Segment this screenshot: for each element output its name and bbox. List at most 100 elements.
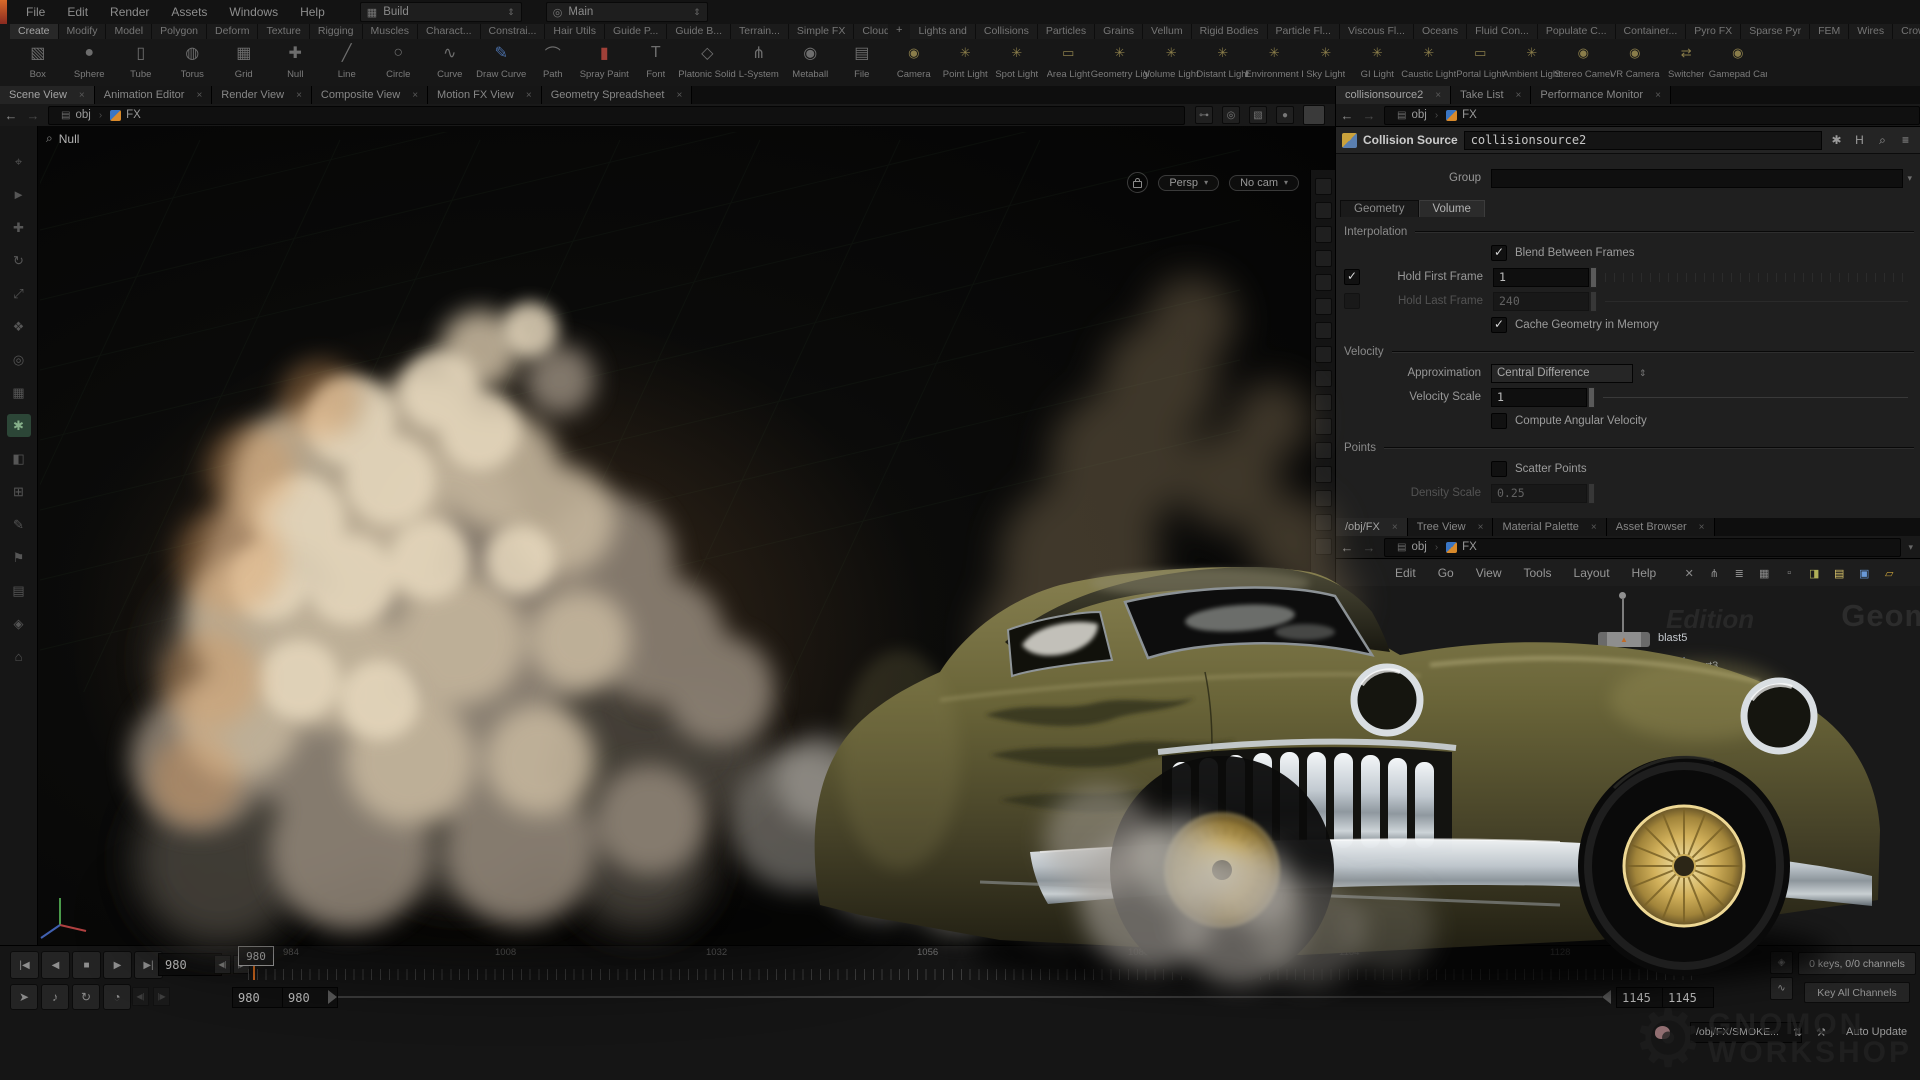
- shelf-tool[interactable]: ✳ GI Light: [1352, 41, 1404, 85]
- spinner-icon[interactable]: ⇕: [507, 7, 515, 18]
- shelf-tool[interactable]: ✳ Sky Light: [1300, 41, 1352, 85]
- range-end-handle[interactable]: [1602, 990, 1611, 1004]
- shelf-tool[interactable]: ◉ Metaball: [785, 41, 837, 85]
- network-toolbar-icon[interactable]: ✕: [1681, 565, 1697, 581]
- pane-tab[interactable]: Scene View ×: [0, 86, 95, 104]
- network-toolbar-icon[interactable]: ▫: [1781, 565, 1797, 581]
- menu-item[interactable]: File: [15, 5, 56, 19]
- gear-menu-icon[interactable]: ✱: [1828, 132, 1845, 149]
- playback-option-button[interactable]: ➤: [10, 984, 38, 1010]
- slider-track[interactable]: [1603, 397, 1908, 398]
- menu-item[interactable]: Go: [1427, 566, 1465, 580]
- range-slider[interactable]: [338, 996, 1602, 998]
- shelf-tab[interactable]: Guide P...: [605, 24, 667, 39]
- viewport-strip-button[interactable]: [1315, 346, 1332, 363]
- shelf-tool[interactable]: ● Sphere: [64, 41, 116, 85]
- shelf-tab[interactable]: Polygon: [152, 24, 207, 39]
- range-start-handle[interactable]: [328, 990, 337, 1004]
- network-toolbar-icon[interactable]: ▦: [1756, 565, 1772, 581]
- shelf-tab[interactable]: Modify: [59, 24, 107, 39]
- menu-item[interactable]: Tools: [1513, 566, 1563, 580]
- network-toolbar-icon[interactable]: ▤: [1831, 565, 1847, 581]
- shelf-tab[interactable]: Fluid Con...: [1467, 24, 1538, 39]
- forward-icon[interactable]: →: [22, 108, 44, 123]
- current-frame-field[interactable]: 980: [158, 953, 222, 976]
- toolbar-button[interactable]: ◎: [7, 348, 31, 371]
- close-icon[interactable]: ×: [676, 90, 682, 101]
- close-icon[interactable]: ×: [79, 90, 85, 101]
- shelf-tool[interactable]: ✳ Spot Light: [991, 41, 1043, 85]
- back-icon[interactable]: ←: [1336, 108, 1358, 123]
- shelf-tab[interactable]: Crowds: [1893, 24, 1920, 39]
- pane-divider[interactable]: [1335, 86, 1336, 945]
- toolbar-button[interactable]: ✎: [7, 513, 31, 536]
- toolbar-button[interactable]: ▤: [7, 579, 31, 602]
- shelf-tool[interactable]: ✳ Geometry Light: [1094, 41, 1146, 85]
- viewport-strip-button[interactable]: [1315, 250, 1332, 267]
- forward-icon[interactable]: →: [1358, 540, 1380, 555]
- menu-item[interactable]: Edit: [1384, 566, 1427, 580]
- hold-last-frame-field[interactable]: 240: [1493, 292, 1589, 311]
- shelf-tool[interactable]: ✳ Point Light: [940, 41, 992, 85]
- checkbox[interactable]: [1491, 413, 1507, 429]
- breadcrumb-obj[interactable]: ▤obj: [53, 109, 99, 121]
- close-icon[interactable]: ×: [1392, 522, 1398, 533]
- shelf-tab[interactable]: Rigid Bodies: [1192, 24, 1268, 39]
- close-icon[interactable]: ×: [196, 90, 202, 101]
- playback-option-button[interactable]: ◔: [103, 984, 131, 1010]
- toolbar-button[interactable]: ⌖: [7, 150, 31, 173]
- playback-end-field[interactable]: 1145: [1616, 987, 1668, 1008]
- menu-item[interactable]: Help: [289, 5, 336, 19]
- search-icon[interactable]: ⌕: [1874, 132, 1891, 149]
- tab-volume[interactable]: Volume: [1419, 200, 1485, 217]
- chevron-down-icon[interactable]: ▾: [1901, 542, 1920, 553]
- pane-tab[interactable]: Animation Editor ×: [95, 86, 213, 104]
- timeline-zoom[interactable]: ⌕ ▾: [1712, 954, 1727, 970]
- shelf-tab[interactable]: Simple FX: [789, 24, 854, 39]
- network-toolbar-icon[interactable]: ⋔: [1706, 565, 1722, 581]
- help-icon[interactable]: H: [1851, 132, 1868, 149]
- viewport-strip-button[interactable]: [1315, 178, 1332, 195]
- shelf-tab[interactable]: Particles: [1038, 24, 1095, 39]
- shelf-tool[interactable]: ◇ Platonic Solids: [682, 41, 734, 85]
- transport-button[interactable]: |◀: [10, 951, 39, 979]
- shelf-tool[interactable]: ◉ Gamepad Camera: [1712, 41, 1764, 85]
- node-attribdelete1[interactable]: ✕: [1353, 901, 1401, 914]
- breadcrumb-obj[interactable]: ▤obj: [1389, 541, 1435, 553]
- shelf-tab[interactable]: Container...: [1616, 24, 1687, 39]
- close-icon[interactable]: ×: [412, 90, 418, 101]
- shelf-tab[interactable]: Sparse Pyr: [1741, 24, 1810, 39]
- checkbox[interactable]: ✓: [1491, 317, 1507, 333]
- menu-item[interactable]: View: [1465, 566, 1513, 580]
- network-toolbar-icon[interactable]: ▣: [1856, 565, 1872, 581]
- menu-item[interactable]: Help: [1621, 566, 1668, 580]
- shelf-tab[interactable]: Guide B...: [667, 24, 731, 39]
- slider-handle[interactable]: [1588, 387, 1595, 408]
- parm-menu-icon[interactable]: ≡: [1897, 132, 1914, 149]
- shelf-tool[interactable]: ▭ Portal Light: [1455, 41, 1507, 85]
- close-icon[interactable]: ×: [1435, 90, 1441, 101]
- shelf-tool[interactable]: ⌒ Path: [527, 41, 579, 85]
- section-points[interactable]: Points: [1344, 442, 1914, 454]
- shelf-tool[interactable]: ✳ Caustic Light: [1403, 41, 1455, 85]
- playback-option-button[interactable]: ↻: [72, 984, 100, 1010]
- shelf-add-button[interactable]: +: [888, 24, 910, 39]
- enable-checkbox[interactable]: ✓: [1344, 269, 1360, 285]
- transport-button[interactable]: ▶: [103, 951, 132, 979]
- toolbar-button[interactable]: ⊞: [7, 480, 31, 503]
- approximation-select[interactable]: Central Difference: [1491, 364, 1633, 383]
- shelf-tab[interactable]: Collisions: [976, 24, 1038, 39]
- shelf-tool[interactable]: ▦ Grid: [218, 41, 270, 85]
- slider-handle[interactable]: [1590, 267, 1597, 288]
- pane-tab[interactable]: /obj/FX ×: [1336, 518, 1408, 536]
- breadcrumb-obj[interactable]: ▤obj: [1389, 109, 1435, 121]
- shelf-tab[interactable]: Lights and: [910, 24, 975, 39]
- viewport-strip-button[interactable]: [1315, 274, 1332, 291]
- shelf-tab[interactable]: Texture: [258, 24, 309, 39]
- viewport-strip-button[interactable]: [1315, 322, 1332, 339]
- shelf-tool[interactable]: ▯ Tube: [115, 41, 167, 85]
- shelf-tab[interactable]: Populate C...: [1538, 24, 1616, 39]
- desktop-selector[interactable]: ▦ Build ⇕: [360, 2, 522, 22]
- close-icon[interactable]: ×: [526, 90, 532, 101]
- transport-button[interactable]: ◀: [41, 951, 70, 979]
